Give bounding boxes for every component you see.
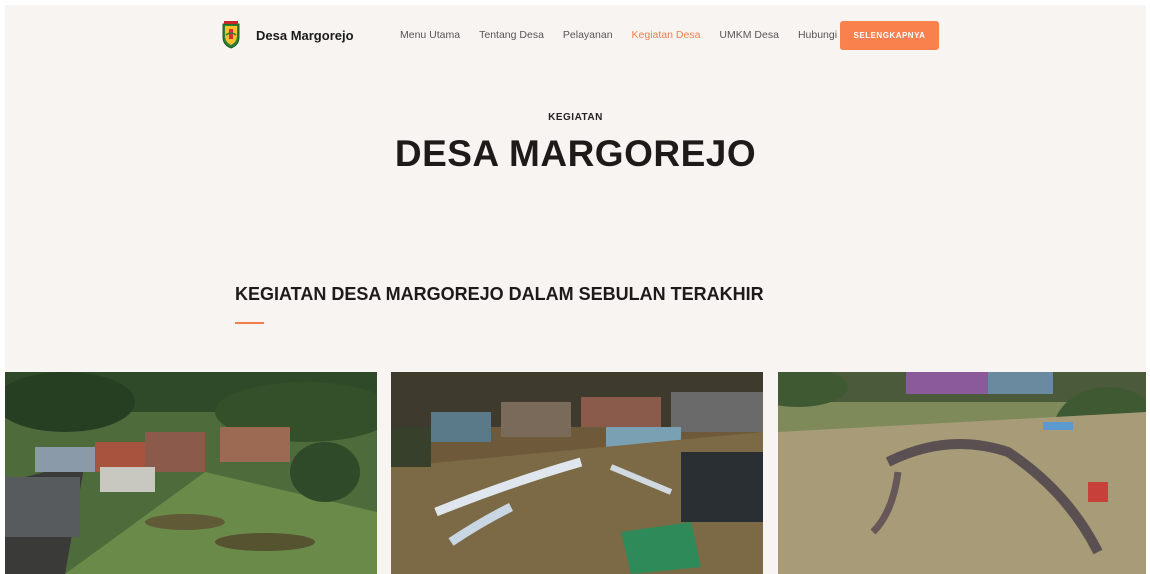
brand-name[interactable]: Desa Margorejo	[256, 28, 354, 43]
page: Desa Margorejo Menu Utama Tentang Desa P…	[5, 5, 1146, 574]
village-emblem-icon[interactable]	[221, 21, 241, 49]
gallery-photo-1[interactable]	[5, 372, 377, 574]
section-accent-line	[235, 322, 264, 324]
activity-gallery	[5, 372, 1146, 574]
nav-kegiatan-desa[interactable]: Kegiatan Desa	[632, 29, 701, 41]
hero-eyebrow: KEGIATAN	[548, 112, 603, 123]
selengkapnya-button[interactable]: SELENGKAPNYA	[840, 21, 939, 50]
gallery-photo-2[interactable]	[391, 372, 763, 574]
nav-menu-utama[interactable]: Menu Utama	[400, 29, 460, 41]
site-header: Desa Margorejo Menu Utama Tentang Desa P…	[5, 5, 1146, 67]
nav-pelayanan[interactable]: Pelayanan	[563, 29, 613, 41]
section-title: KEGIATAN DESA MARGOREJO DALAM SEBULAN TE…	[235, 284, 764, 304]
main-nav: Menu Utama Tentang Desa Pelayanan Kegiat…	[400, 29, 856, 41]
nav-tentang-desa[interactable]: Tentang Desa	[479, 29, 544, 41]
nav-hubungi[interactable]: Hubungi	[798, 29, 837, 41]
hero-title: DESA MARGOREJO	[394, 133, 757, 174]
nav-umkm-desa[interactable]: UMKM Desa	[719, 29, 779, 41]
gallery-photo-3[interactable]	[778, 372, 1146, 574]
